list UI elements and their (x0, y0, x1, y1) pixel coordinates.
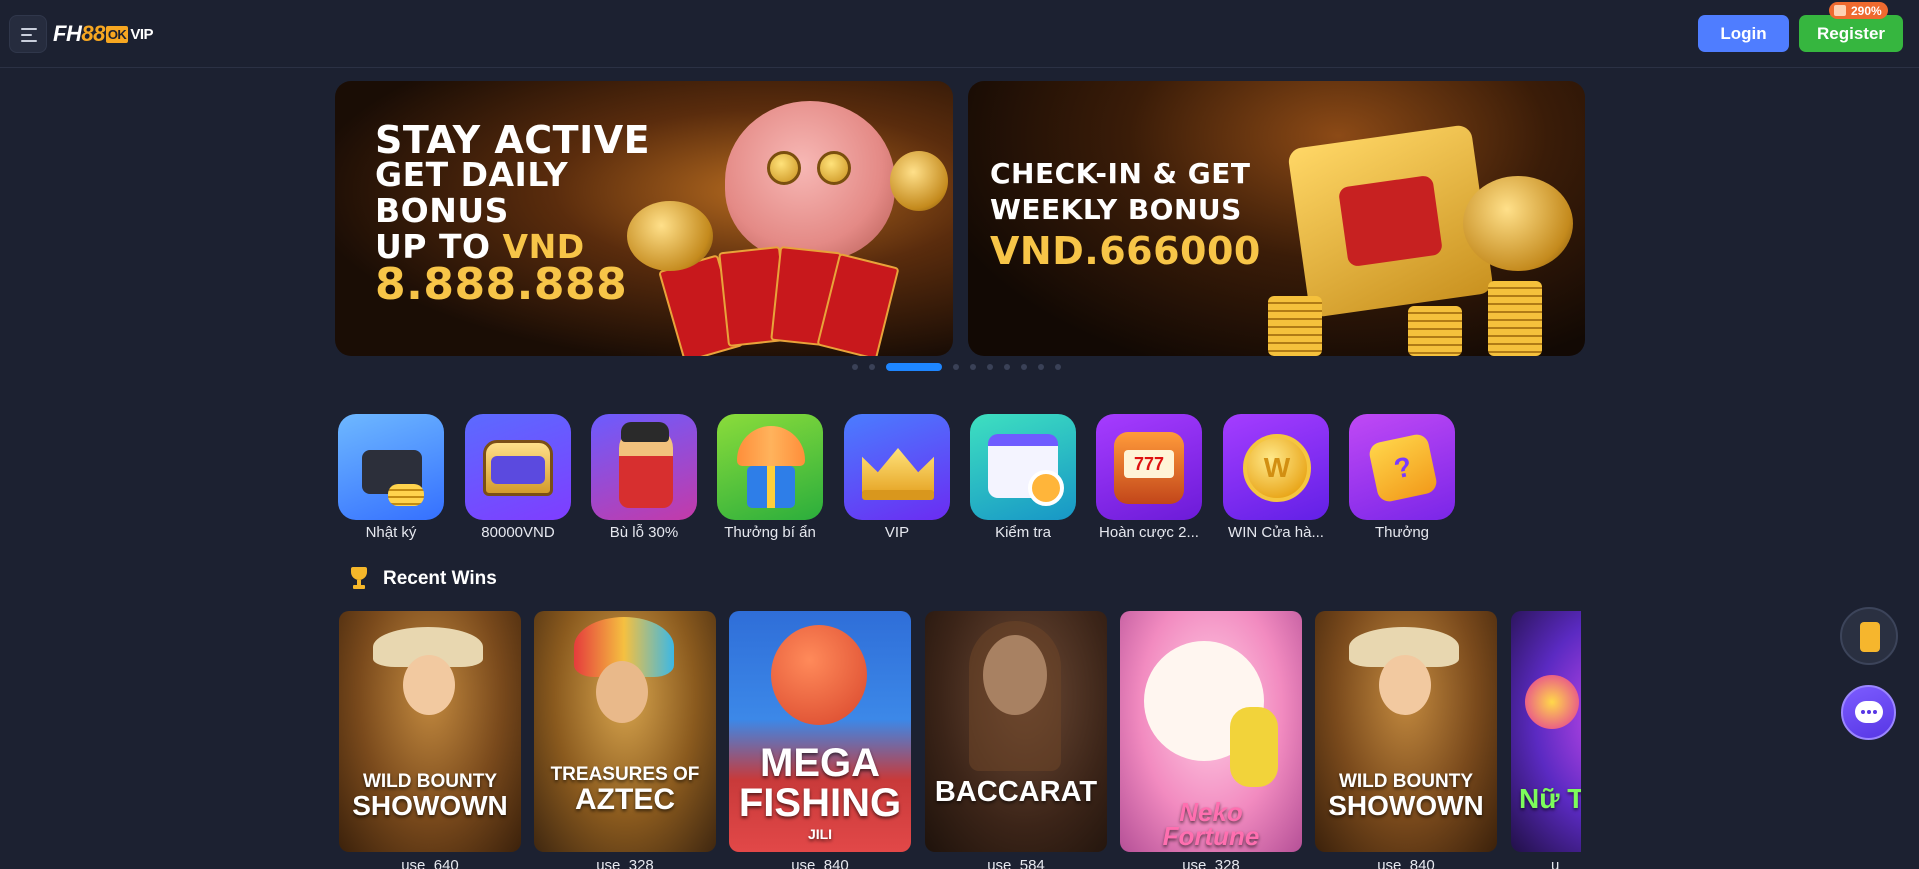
carousel-dot[interactable] (970, 364, 976, 370)
menu-icon (21, 28, 37, 30)
category-80000vnd[interactable]: 80000VND (465, 414, 571, 541)
category-thuong-bi-an[interactable]: Thưởng bí ẩn (717, 414, 823, 541)
game-card-wild-bounty[interactable]: WILD BOUNTY SHOWOWN (339, 611, 521, 852)
gift-parachute-icon (717, 414, 823, 520)
game-card-neko-fortune[interactable]: Neko Fortune (1120, 611, 1302, 852)
live-chat-button[interactable] (1841, 685, 1896, 740)
crown-icon (844, 414, 950, 520)
winner-username: use_840 (791, 857, 849, 869)
menu-button[interactable] (9, 15, 47, 53)
pig-mascot-image (725, 101, 895, 261)
coin-stack-image (1408, 306, 1462, 356)
category-label: WIN Cửa hà... (1228, 524, 1324, 541)
banner-headline: CHECK-IN & GET (990, 157, 1251, 190)
login-button[interactable]: Login (1698, 15, 1789, 52)
site-logo[interactable]: FH 88 OK VIP (53, 20, 153, 48)
banner-line: WEEKLY BONUS (990, 193, 1242, 226)
register-bonus-badge: 290% (1829, 2, 1888, 19)
checkmark-image (1337, 174, 1444, 268)
winner-username: use_584 (987, 857, 1045, 869)
category-nhat-ky[interactable]: Nhật ký (338, 414, 444, 541)
winner-username: use_840 (1377, 857, 1435, 869)
category-label: 80000VND (481, 524, 555, 541)
treasure-chest-icon (465, 414, 571, 520)
banner-amount: VND.666000 (990, 229, 1261, 273)
category-vip[interactable]: VIP (844, 414, 950, 541)
carousel-dot[interactable] (987, 364, 993, 370)
menu-icon-line (21, 40, 37, 42)
mystery-box-icon: ? (1349, 414, 1455, 520)
top-header: FH 88 OK VIP Login Register 290% (0, 0, 1919, 68)
winner-username: use_640 (401, 857, 459, 869)
promo-banner-daily-bonus[interactable]: STAY ACTIVE GET DAILY BONUS UP TO VND 8.… (335, 81, 953, 356)
register-button[interactable]: Register (1799, 15, 1903, 52)
category-kiem-tra[interactable]: Kiểm tra (970, 414, 1076, 541)
category-label: VIP (884, 524, 910, 541)
category-thuong[interactable]: ? Thưởng (1349, 414, 1455, 541)
register-bonus-text: 290% (1851, 3, 1882, 18)
carousel-dot[interactable] (1055, 364, 1061, 370)
coin-eye (767, 151, 801, 185)
winner-username: u (1551, 857, 1560, 869)
game-card-nu-than[interactable]: Nữ Th (1511, 611, 1581, 852)
carousel-dot[interactable] (953, 364, 959, 370)
category-label: Kiểm tra (995, 524, 1051, 541)
calendar-icon (970, 414, 1076, 520)
wallet-icon (338, 414, 444, 520)
game-card-mega-fishing[interactable]: MEGA FISHING JILI (729, 611, 911, 852)
carousel-pagination (852, 363, 1072, 371)
banner-line: GET DAILY (375, 155, 569, 194)
carousel-dot[interactable] (852, 364, 858, 370)
trophy-icon (348, 567, 370, 589)
coin-stack-image (1268, 296, 1322, 356)
category-bu-lo[interactable]: Bù lỗ 30% (591, 414, 697, 541)
carousel-dot[interactable] (1038, 364, 1044, 370)
category-label: Thưởng (1374, 524, 1430, 541)
game-card-baccarat[interactable]: BACCARAT (925, 611, 1107, 852)
category-win-cua-hang[interactable]: W WIN Cửa hà... (1223, 414, 1329, 541)
gold-pig-image (627, 201, 713, 271)
promo-banner-weekly-bonus[interactable]: CHECK-IN & GET WEEKLY BONUS VND.666000 (968, 81, 1585, 356)
gift-icon (1834, 5, 1846, 16)
winner-username: use_328 (596, 857, 654, 869)
banner-amount: 8.888.888 (375, 259, 628, 310)
fortune-god-icon (591, 414, 697, 520)
banner-line: BONUS (375, 191, 509, 230)
winner-username: use_328 (1182, 857, 1240, 869)
gold-pig-image (890, 151, 948, 211)
download-app-button[interactable] (1840, 607, 1898, 665)
carousel-dot[interactable] (869, 364, 875, 370)
category-label: Bù lỗ 30% (609, 524, 679, 541)
coin-eye (817, 151, 851, 185)
recent-wins-title: Recent Wins (383, 568, 497, 589)
category-label: Nhật ký (365, 524, 417, 541)
menu-icon-line (21, 34, 32, 36)
category-label: Thưởng bí ẩn (724, 524, 816, 541)
banner-headline: STAY ACTIVE (375, 118, 651, 162)
category-label: Hoàn cược 2... (1099, 524, 1199, 541)
slot-machine-icon: 777 (1096, 414, 1202, 520)
carousel-dot[interactable] (1004, 364, 1010, 370)
phone-download-icon (1860, 622, 1880, 652)
game-card-wild-bounty[interactable]: WILD BOUNTY SHOWOWN (1315, 611, 1497, 852)
category-hoan-cuoc[interactable]: 777 Hoàn cược 2... (1096, 414, 1202, 541)
carousel-dot-active[interactable] (886, 363, 942, 371)
coin-stack-image (1488, 281, 1542, 356)
recent-wins-list: WILD BOUNTY SHOWOWN use_640 TREASURES OF… (339, 611, 1581, 869)
game-card-treasures-of-aztec[interactable]: TREASURES OF AZTEC (534, 611, 716, 852)
gold-pig-image (1463, 176, 1573, 271)
carousel-dot[interactable] (1021, 364, 1027, 370)
coin-icon: W (1223, 414, 1329, 520)
